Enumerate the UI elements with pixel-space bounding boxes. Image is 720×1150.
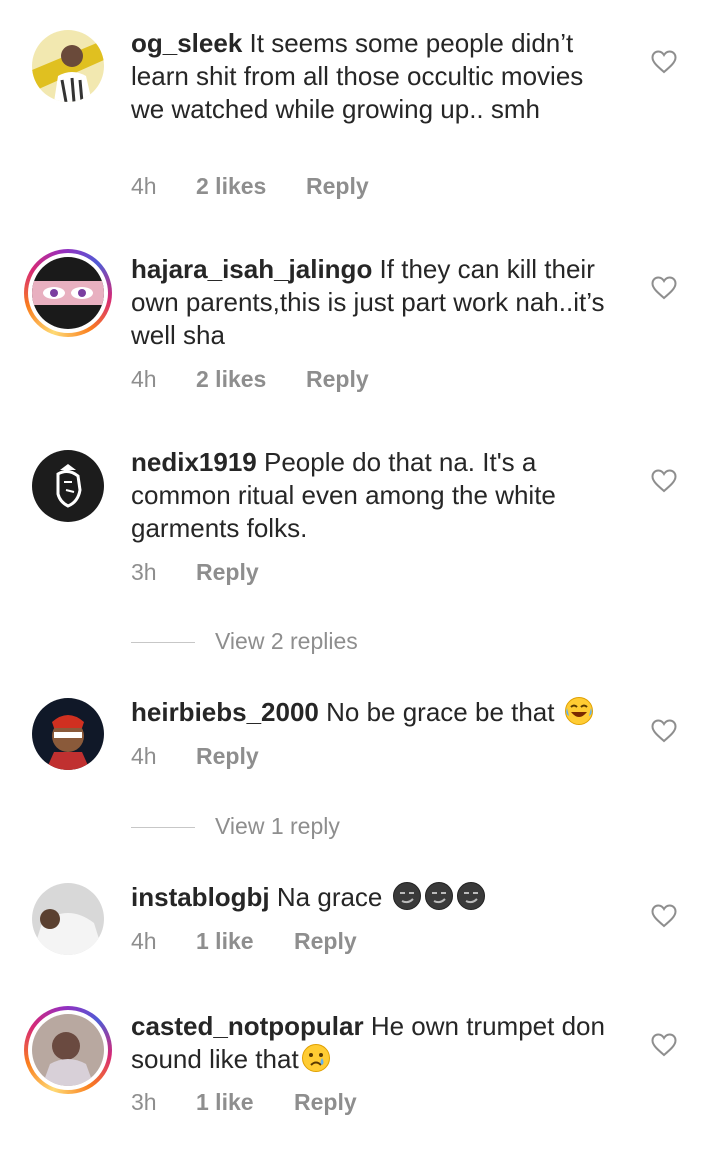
reply-button[interactable]: Reply <box>294 926 357 956</box>
divider <box>131 827 195 829</box>
comment-time: 3h <box>131 559 157 585</box>
comment-text: nedix1919 People do that na. It's a comm… <box>131 446 621 545</box>
comment-text: og_sleek It seems some people didn’t lea… <box>131 27 621 126</box>
comment-body: Na grace <box>269 882 390 912</box>
comment-meta: 4h Reply <box>131 741 259 771</box>
comment-text: heirbiebs_2000 No be grace be that <box>131 696 621 729</box>
heart-outline-icon[interactable] <box>651 276 677 300</box>
reply-button[interactable]: Reply <box>294 1087 357 1117</box>
heart-outline-icon[interactable] <box>651 469 677 493</box>
comment-text: instablogbj Na grace <box>131 881 621 914</box>
comment-time: 4h <box>131 173 157 199</box>
view-replies-button[interactable]: View 1 reply <box>131 811 340 841</box>
comment-meta: 4h 2 likes Reply <box>131 364 369 394</box>
reply-button[interactable]: Reply <box>196 557 259 587</box>
comment-username[interactable]: instablogbj <box>131 882 270 912</box>
avatar[interactable] <box>32 698 104 770</box>
comment-time: 4h <box>131 743 157 769</box>
avatar[interactable] <box>24 249 112 337</box>
view-replies-button[interactable]: View 2 replies <box>131 626 358 656</box>
dark-smirking-face-icon <box>392 882 421 910</box>
comment-time: 4h <box>131 928 157 954</box>
heart-outline-icon[interactable] <box>651 1033 677 1057</box>
comment-text: casted_notpopular He own trumpet don sou… <box>131 1010 621 1076</box>
comment-meta: 4h 2 likes Reply <box>131 171 369 201</box>
face-with-tears-of-joy-icon <box>564 697 593 725</box>
divider <box>131 642 195 644</box>
comment-username[interactable]: heirbiebs_2000 <box>131 697 319 727</box>
comment-body: No be grace be that <box>318 697 562 727</box>
heart-outline-icon[interactable] <box>651 50 677 74</box>
comment-meta: 4h 1 like Reply <box>131 926 357 956</box>
comment-username[interactable]: hajara_isah_jalingo <box>131 254 372 284</box>
avatar-image <box>32 30 104 102</box>
avatar-image <box>32 257 104 329</box>
avatar-image <box>32 1014 104 1086</box>
heart-outline-icon[interactable] <box>651 719 677 743</box>
comment-likes[interactable]: 2 likes <box>196 364 306 394</box>
avatar-image <box>32 883 104 955</box>
dark-smirking-face-icon <box>456 882 485 910</box>
comment-username[interactable]: casted_notpopular <box>131 1011 364 1041</box>
comment-likes[interactable]: 1 like <box>196 926 294 956</box>
comment-meta: 3h Reply <box>131 557 259 587</box>
comment-time: 3h <box>131 1089 157 1115</box>
avatar[interactable] <box>32 30 104 102</box>
dark-smirking-face-icon <box>424 882 453 910</box>
avatar[interactable] <box>24 1006 112 1094</box>
view-replies-label: View 1 reply <box>215 813 340 839</box>
reply-button[interactable]: Reply <box>196 741 259 771</box>
reply-button[interactable]: Reply <box>306 364 369 394</box>
crying-face-icon <box>301 1044 330 1072</box>
avatar-image <box>32 450 104 522</box>
comment-likes[interactable]: 2 likes <box>196 171 306 201</box>
comment-time: 4h <box>131 366 157 392</box>
comment-username[interactable]: nedix1919 <box>131 447 257 477</box>
avatar-image <box>32 698 104 770</box>
reply-button[interactable]: Reply <box>306 171 369 201</box>
view-replies-label: View 2 replies <box>215 628 358 654</box>
heart-outline-icon[interactable] <box>651 904 677 928</box>
comment-username[interactable]: og_sleek <box>131 28 242 58</box>
avatar[interactable] <box>32 450 104 522</box>
avatar[interactable] <box>32 883 104 955</box>
comment-likes[interactable]: 1 like <box>196 1087 294 1117</box>
comment-text: hajara_isah_jalingo If they can kill the… <box>131 253 621 352</box>
comment-meta: 3h 1 like Reply <box>131 1087 357 1117</box>
